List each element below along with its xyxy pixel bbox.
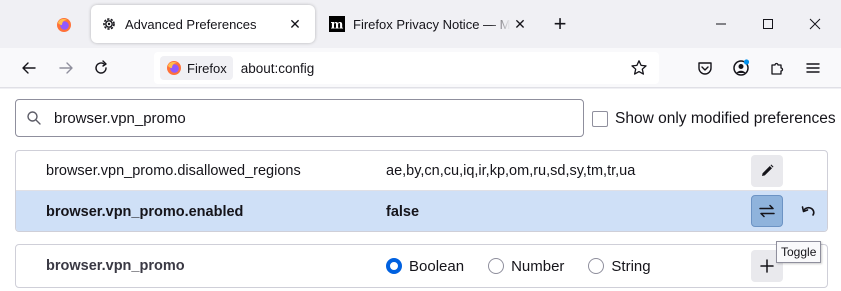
bookmark-star-icon[interactable]	[629, 58, 649, 78]
show-modified-checkbox[interactable]	[592, 111, 608, 127]
radio-string[interactable]: String	[588, 257, 651, 275]
preferences-table: browser.vpn_promo.disallowed_regions ae,…	[15, 150, 828, 232]
radio-string-dot[interactable]	[588, 258, 605, 274]
radio-boolean-dot[interactable]	[386, 258, 402, 274]
tab-strip: Advanced Preferences ✕ m Firefox Privacy…	[0, 0, 841, 48]
type-radio-group: Boolean Number String	[386, 258, 675, 275]
maximize-button[interactable]	[754, 10, 782, 38]
reload-button[interactable]	[87, 54, 115, 82]
reset-button[interactable]	[792, 195, 824, 227]
radio-boolean[interactable]: Boolean	[386, 258, 464, 275]
close-tab-icon[interactable]: ✕	[510, 14, 530, 34]
toggle-tooltip: Toggle	[776, 241, 822, 263]
new-pref-name: browser.vpn_promo	[46, 258, 185, 274]
undo-icon	[801, 206, 815, 216]
radio-label: String	[611, 257, 651, 275]
reload-icon	[95, 60, 107, 74]
mozilla-m-icon: m	[329, 16, 345, 32]
search-icon	[26, 110, 42, 126]
arrow-left-icon	[22, 62, 36, 74]
menu-button[interactable]	[799, 54, 827, 82]
search-input[interactable]	[54, 109, 554, 127]
plus-icon	[760, 259, 774, 273]
close-icon	[809, 18, 821, 30]
toggle-button[interactable]	[751, 195, 783, 227]
arrow-right-icon	[59, 62, 73, 74]
identity-label: Firefox	[187, 60, 227, 76]
address-bar[interactable]: Firefox about:config	[154, 52, 659, 84]
back-button[interactable]	[15, 54, 43, 82]
extensions-button[interactable]	[763, 54, 791, 82]
tab-advanced-preferences[interactable]: Advanced Preferences ✕	[91, 5, 315, 43]
minimize-button[interactable]	[707, 10, 735, 38]
pinned-tab[interactable]	[44, 8, 84, 42]
identity-box[interactable]: Firefox	[160, 56, 233, 80]
puzzle-icon	[771, 62, 784, 75]
pocket-icon	[698, 62, 712, 75]
firefox-logo-icon	[167, 61, 181, 75]
forward-button[interactable]	[52, 54, 80, 82]
pencil-icon	[762, 164, 774, 176]
firefox-logo-icon	[57, 18, 71, 32]
url-text[interactable]: about:config	[241, 61, 315, 76]
about-config-page: Show only modified preferences browser.v…	[0, 89, 841, 291]
radio-number[interactable]: Number	[488, 258, 564, 275]
gear-icon	[101, 16, 117, 32]
pref-name: browser.vpn_promo.disallowed_regions	[46, 162, 301, 179]
navigation-toolbar: Firefox about:config	[0, 48, 841, 88]
account-button[interactable]	[727, 54, 755, 82]
minimize-icon	[716, 23, 726, 25]
pref-value: false	[386, 203, 420, 220]
add-preference-row: browser.vpn_promo Boolean Number String	[15, 244, 828, 288]
pref-value: ae,by,cn,cu,iq,ir,kp,om,ru,sd,sy,tm,tr,u…	[386, 162, 636, 179]
radio-label: Boolean	[409, 257, 465, 275]
search-field[interactable]	[15, 99, 584, 137]
tab-title: Advanced Preferences	[125, 16, 257, 32]
show-modified-toggle[interactable]: Show only modified preferences	[592, 110, 836, 128]
show-modified-label: Show only modified preferences	[615, 110, 836, 127]
tab-title: Firefox Privacy Notice — Mozilla	[353, 16, 510, 32]
maximize-icon	[763, 19, 773, 29]
radio-number-dot[interactable]	[488, 258, 505, 274]
toggle-arrows-icon	[759, 204, 775, 218]
pocket-button[interactable]	[691, 54, 719, 82]
tab-firefox-privacy-notice[interactable]: m Firefox Privacy Notice — Mozilla ✕	[319, 5, 540, 43]
new-tab-button[interactable]: +	[548, 11, 572, 36]
radio-label: Number	[511, 257, 565, 275]
pref-name: browser.vpn_promo.enabled	[46, 203, 244, 220]
table-row-selected[interactable]: browser.vpn_promo.enabled false	[16, 191, 827, 231]
edit-button[interactable]	[751, 155, 783, 187]
hamburger-icon	[806, 63, 820, 73]
close-tab-icon[interactable]: ✕	[285, 14, 305, 34]
table-row[interactable]: browser.vpn_promo.disallowed_regions ae,…	[16, 151, 827, 191]
close-window-button[interactable]	[801, 10, 829, 38]
svg-text:m: m	[331, 18, 344, 32]
account-icon	[733, 59, 750, 76]
